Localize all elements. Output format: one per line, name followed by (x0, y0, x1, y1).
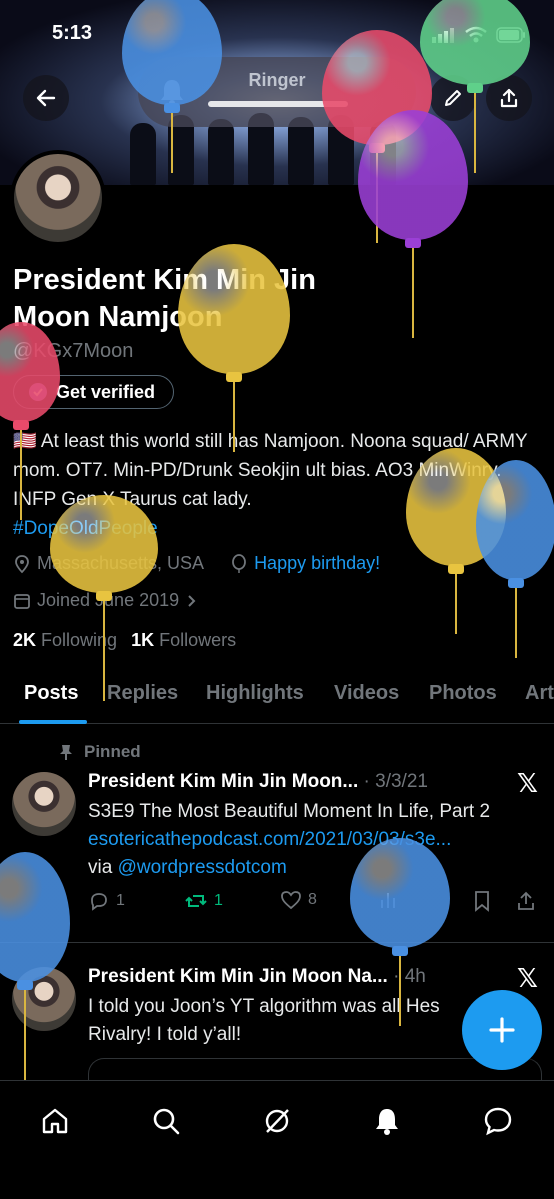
pencil-icon (445, 90, 461, 106)
like-button[interactable]: 8 (280, 890, 317, 910)
profile-name: President Kim Min Jin Moon Namjoon (13, 264, 316, 333)
tab-highlights[interactable]: Highlights (206, 682, 304, 705)
bio-hashtag[interactable]: #DopeOldPeople (13, 518, 158, 539)
post-body[interactable]: S3E9 The Most Beautiful Moment In Life, … (88, 798, 538, 882)
search-icon (153, 1108, 180, 1135)
compose-button[interactable] (462, 990, 542, 1070)
plus-icon (489, 1017, 515, 1043)
tab-posts[interactable]: Posts (24, 682, 78, 705)
back-button[interactable] (23, 75, 69, 121)
post-date[interactable]: · 4h (393, 966, 426, 987)
post-via: via (88, 857, 113, 878)
profile-bio: 🇺🇸 At least this world still has Namjoon… (13, 427, 543, 543)
status-icons (432, 26, 526, 44)
post-link[interactable]: esotericathepodcast.com/2021/03/03/s3e..… (88, 829, 451, 850)
calendar-icon (14, 593, 30, 609)
profile-handle: @KGx7Moon (13, 340, 134, 362)
following-label: Following (41, 630, 118, 650)
profile-location: Massachusetts, USA (37, 553, 205, 573)
post-header: President Kim Min Jin Moon Na... · 4h (88, 966, 426, 988)
following-count: 2K (13, 630, 37, 650)
get-verified-button[interactable]: Get verified (13, 375, 175, 409)
profile-tabs: Posts Replies Highlights Videos Photos A… (0, 668, 554, 724)
share-icon (518, 891, 534, 910)
balloon-icon (232, 553, 246, 573)
post-avatar[interactable] (12, 772, 76, 836)
followers-link[interactable]: 1K Followers (131, 630, 236, 651)
reply-count: 1 (116, 892, 125, 909)
signal-icon (432, 28, 454, 43)
share-profile-button[interactable] (486, 75, 532, 121)
profile-meta-row: Massachusetts, USA Happy birthday! (13, 553, 380, 574)
followers-count: 1K (131, 630, 155, 650)
views-button[interactable] (378, 890, 398, 910)
post-actions: 1 1 8 (88, 890, 538, 916)
following-link[interactable]: 2K Following (13, 630, 117, 651)
repost-count: 1 (214, 892, 223, 909)
location-pin-icon (15, 554, 29, 573)
repost-icon (185, 895, 207, 907)
follow-counts: 2K Following 1K Followers (13, 630, 236, 651)
share-icon (500, 88, 518, 108)
edit-button[interactable] (430, 75, 476, 121)
nav-messages[interactable] (478, 1101, 518, 1141)
nav-grok[interactable] (257, 1101, 297, 1141)
back-arrow-icon (36, 89, 56, 107)
bell-icon (376, 1109, 398, 1135)
share-post-button[interactable] (516, 890, 536, 912)
ringer-label: Ringer (248, 70, 306, 90)
followers-label: Followers (159, 630, 237, 650)
nav-search[interactable] (146, 1101, 186, 1141)
pin-icon (60, 745, 72, 760)
reply-button[interactable]: 1 (88, 890, 125, 912)
ringer-indicator: Ringer (138, 57, 416, 127)
active-tab-indicator (19, 720, 87, 724)
chat-bubble-icon (484, 1107, 512, 1136)
ringer-volume-track (208, 101, 348, 107)
bookmark-icon (475, 891, 489, 912)
tab-art[interactable]: Art (525, 682, 554, 705)
nav-notifications[interactable] (367, 1101, 407, 1141)
post-author[interactable]: President Kim Min Jin Moon... (88, 771, 358, 792)
post-author[interactable]: President Kim Min Jin Moon Na... (88, 966, 388, 987)
profile-avatar[interactable] (10, 150, 106, 246)
battery-icon (496, 27, 525, 43)
post-body[interactable]: I told you Joon’s YT algorithm was all H… (88, 993, 468, 1049)
home-icon (42, 1108, 68, 1134)
tab-photos[interactable]: Photos (429, 682, 497, 705)
status-time: 5:13 (52, 22, 93, 44)
post-text-line: S3E9 The Most Beautiful Moment In Life, … (88, 801, 491, 822)
tab-replies[interactable]: Replies (107, 682, 178, 705)
pinned-indicator: Pinned (58, 742, 141, 762)
bio-text: 🇺🇸 At least this world still has Namjoon… (13, 431, 528, 510)
tab-videos[interactable]: Videos (334, 682, 399, 705)
get-verified-label: Get verified (56, 381, 156, 402)
post-date[interactable]: · 3/3/21 (364, 771, 428, 792)
nav-home[interactable] (35, 1101, 75, 1141)
profile-birthday[interactable]: Happy birthday! (254, 553, 380, 574)
chevron-right-icon (188, 594, 196, 607)
profile-joined: Joined June 2019 (37, 590, 180, 610)
bookmark-button[interactable] (472, 890, 492, 912)
bar-chart-icon (381, 893, 395, 908)
post-avatar[interactable] (12, 967, 76, 1031)
balloon (0, 852, 70, 1082)
post-header: President Kim Min Jin Moon... · 3/3/21 (88, 771, 428, 793)
verified-badge-icon (29, 383, 47, 401)
like-count: 8 (308, 891, 317, 908)
reply-icon (91, 893, 107, 911)
grok-icon (265, 1109, 289, 1133)
post-divider (0, 942, 554, 943)
post-mention[interactable]: @wordpressdotcom (118, 857, 287, 878)
repost-button[interactable]: 1 (184, 890, 223, 912)
pinned-label: Pinned (84, 742, 141, 761)
profile-joined-row[interactable]: Joined June 2019 (13, 590, 197, 611)
x-logo-icon[interactable]: 𝕏 (517, 768, 538, 799)
wifi-icon (465, 26, 487, 43)
x-logo-icon[interactable]: 𝕏 (517, 963, 538, 994)
bottom-nav (0, 1080, 554, 1199)
heart-icon (281, 891, 301, 910)
